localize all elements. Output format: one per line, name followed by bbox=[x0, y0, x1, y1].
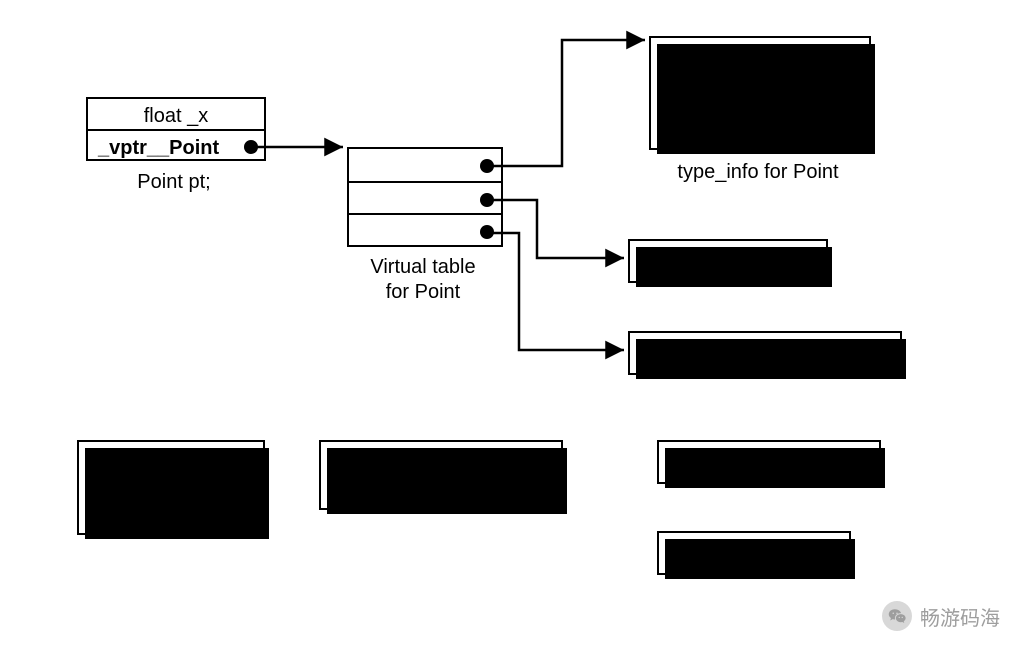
vtable-slot-1 bbox=[349, 181, 501, 213]
getx-box: float Point::x() bbox=[657, 531, 851, 575]
diagram-stage: float _x _vptr__Point Point pt; Virtual … bbox=[0, 0, 1016, 647]
wechat-icon bbox=[882, 601, 912, 631]
vtable-slot-2 bbox=[349, 213, 501, 245]
object-box: float _x _vptr__Point bbox=[86, 97, 266, 161]
vtable-slot2-dot-icon bbox=[480, 225, 494, 239]
print-box: Point::print(ostream&) bbox=[628, 331, 902, 375]
watermark: 畅游码海 bbox=[882, 601, 1000, 631]
object-vptr-text: _vptr__Point bbox=[98, 137, 219, 159]
getx-text: float Point::x() bbox=[659, 537, 794, 559]
ctor-text: Point::Point(float) bbox=[659, 446, 824, 468]
vtable-caption: Virtual table for Point bbox=[352, 255, 494, 305]
static-data-line1: static int bbox=[91, 449, 164, 471]
object-vptr-row: _vptr__Point bbox=[88, 129, 264, 159]
static-fn-box: static int Point::PointCount() bbox=[319, 440, 563, 510]
static-fn-line1: static int bbox=[333, 449, 406, 471]
vtable-caption-line1: Virtual table bbox=[370, 256, 475, 278]
watermark-text: 畅游码海 bbox=[920, 602, 1000, 631]
vtable-caption-line2: for Point bbox=[386, 281, 460, 303]
object-member-text: float _x bbox=[144, 105, 208, 127]
dtor-text: Point::~Point() bbox=[630, 245, 769, 267]
arrow-slot1-dtor bbox=[486, 200, 624, 258]
vtable-slot0-dot-icon bbox=[480, 159, 494, 173]
object-caption: Point pt; bbox=[108, 171, 240, 194]
vptr-dot-icon bbox=[244, 140, 258, 154]
static-data-box: static int Point:: _point_count bbox=[77, 440, 265, 535]
dtor-box: Point::~Point() bbox=[628, 239, 828, 283]
arrow-slot0-typeinfo bbox=[487, 40, 645, 166]
static-data-line2: Point:: bbox=[91, 474, 148, 496]
typeinfo-box bbox=[649, 36, 871, 150]
static-fn-line2: Point::PointCount() bbox=[333, 474, 502, 496]
vtable-slot1-dot-icon bbox=[480, 193, 494, 207]
arrow-slot2-print bbox=[485, 233, 624, 350]
typeinfo-caption: type_info for Point bbox=[626, 161, 890, 184]
ctor-box: Point::Point(float) bbox=[657, 440, 881, 484]
static-data-line3: _point_count bbox=[91, 499, 206, 521]
object-member-row: float _x bbox=[88, 99, 264, 129]
vtable-slot-0 bbox=[349, 149, 501, 181]
vtable-box bbox=[347, 147, 503, 247]
print-text: Point::print(ostream&) bbox=[630, 337, 837, 359]
